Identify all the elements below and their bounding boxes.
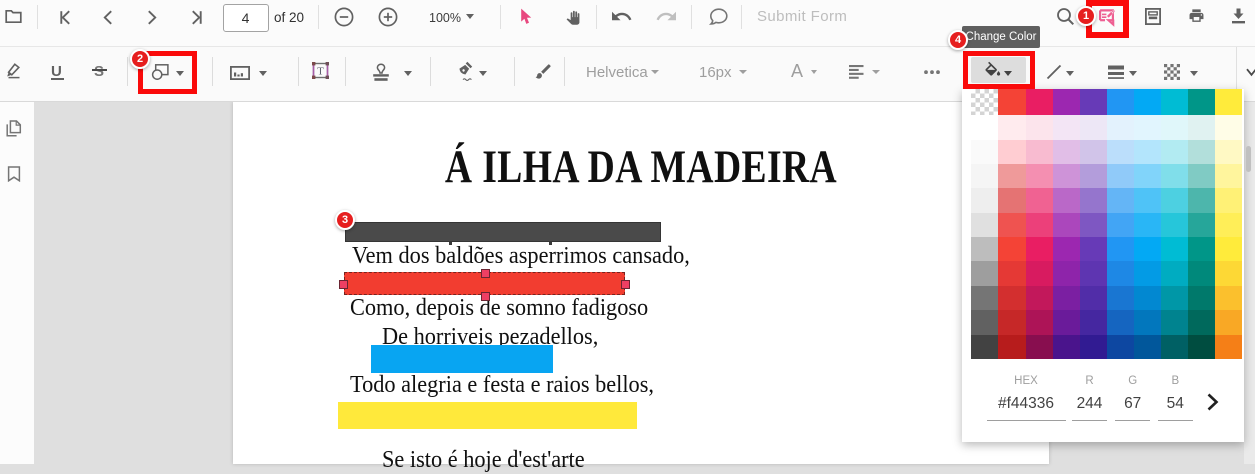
svg-text:T: T bbox=[317, 65, 324, 77]
